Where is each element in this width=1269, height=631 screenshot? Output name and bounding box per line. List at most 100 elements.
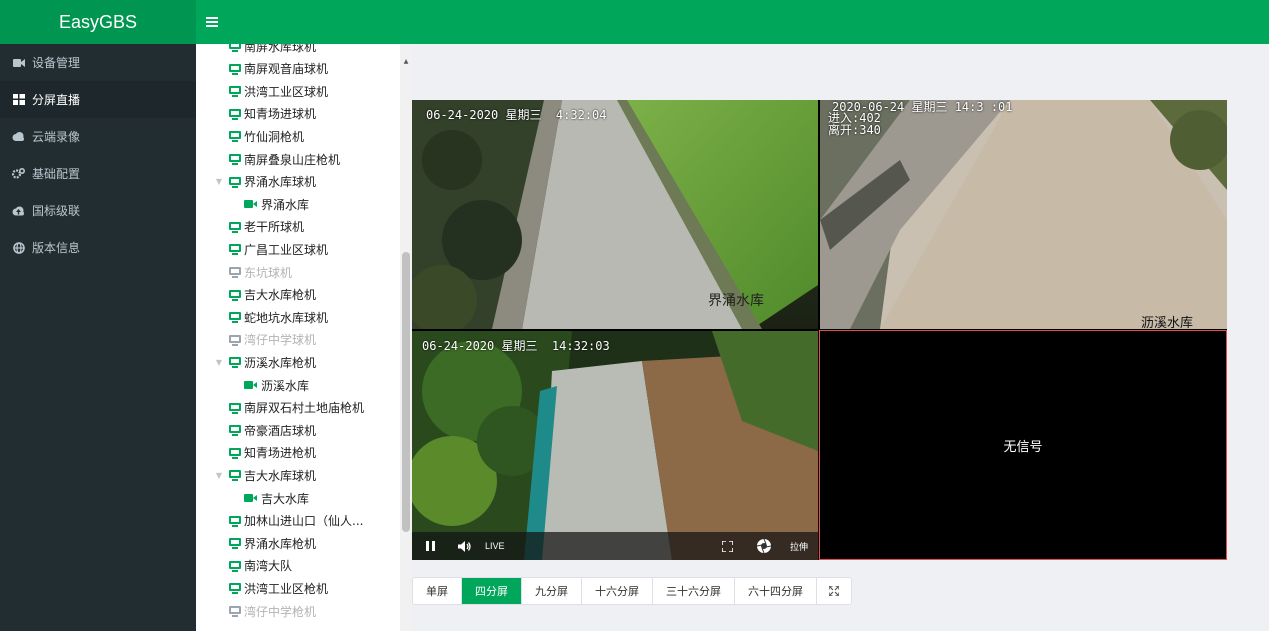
tree-node-label: 洪湾工业区球机 xyxy=(244,84,329,99)
stretch-button[interactable]: 拉伸 xyxy=(790,532,808,560)
tree-device-item[interactable]: 洪湾工业区枪机 xyxy=(229,577,328,599)
tree-node-label: 沥溪水库 xyxy=(261,378,310,393)
tree-device-item[interactable]: 南屏双石村土地庙枪机 xyxy=(229,397,364,419)
tree-node-label: 南屏叠泉山庄枪机 xyxy=(244,152,341,167)
tree-scrollbar[interactable]: ▲ xyxy=(400,44,412,631)
video-frame xyxy=(412,331,818,560)
expand-icon[interactable] xyxy=(817,578,851,604)
monitor-icon xyxy=(229,334,241,346)
tree-node-label: 南屏观音庙球机 xyxy=(244,62,329,77)
tree-node-label: 吉大水库球机 xyxy=(244,468,317,483)
sidebar-item-version-info[interactable]: 版本信息 xyxy=(0,229,196,266)
no-signal-label: 无信号 xyxy=(1003,439,1043,455)
tab-sixteen-screen[interactable]: 十六分屏 xyxy=(582,578,653,604)
tree-node-label: 老干所球机 xyxy=(244,220,305,235)
sidebar-item-cloud-recording[interactable]: 云端录像 xyxy=(0,118,196,155)
video-player-3[interactable]: 06-24-2020 星期三 14:32:03 LIVE 拉伸 xyxy=(412,331,818,560)
tree-device-item[interactable]: 湾仔中学球机 xyxy=(229,329,316,351)
tree-node-label: 广昌工业区球机 xyxy=(244,242,329,257)
tree-device-item[interactable]: 南湾大队 xyxy=(229,555,292,577)
scroll-up-arrow-icon[interactable]: ▲ xyxy=(400,58,412,65)
brand-logo[interactable]: EasyGBS xyxy=(0,0,196,44)
tree-node-label: 南湾大队 xyxy=(244,559,293,574)
tree-device-item[interactable]: 竹仙洞枪机 xyxy=(229,125,304,147)
monitor-icon xyxy=(229,131,241,143)
tree-node-label: 知青场进球机 xyxy=(244,107,317,122)
snapshot-icon[interactable] xyxy=(756,532,772,560)
tree-device-item[interactable]: 老干所球机 xyxy=(229,216,304,238)
camera-icon xyxy=(244,199,258,209)
tree-device-item[interactable]: 帝豪酒店球机 xyxy=(229,419,316,441)
osd-timestamp: 06-24-2020 星期三 4:32:04 xyxy=(426,108,607,122)
monitor-icon xyxy=(229,63,241,75)
sidebar-item-label: 国标级联 xyxy=(32,204,81,218)
sidebar-item-split-screen-live[interactable]: 分屏直播 xyxy=(0,81,196,118)
tab-four-screen[interactable]: 四分屏 xyxy=(462,578,522,604)
monitor-icon xyxy=(229,560,241,572)
sidebar-item-label: 分屏直播 xyxy=(32,93,81,107)
tree-device-item[interactable]: 湾仔中学枪机 xyxy=(229,600,316,622)
tab-sixty-four-screen[interactable]: 六十四分屏 xyxy=(735,578,817,604)
tree-node-label: 蛇地坑水库球机 xyxy=(244,310,329,325)
tab-thirty-six-screen[interactable]: 三十六分屏 xyxy=(653,578,735,604)
osd-exit-count: 离开:340 xyxy=(828,123,881,137)
tree-node-label: 南屏双石村土地庙枪机 xyxy=(244,401,365,416)
camera-caption: 沥溪水库 xyxy=(1141,316,1194,329)
volume-icon[interactable] xyxy=(458,532,472,560)
fullscreen-icon[interactable] xyxy=(722,532,733,560)
cloud-icon xyxy=(12,130,25,143)
tree-node-label: 湾仔中学枪机 xyxy=(244,604,317,619)
expand-caret-icon[interactable]: ▼ xyxy=(214,177,224,186)
tree-device-item[interactable]: ▼ 吉大水库球机 xyxy=(216,464,317,486)
camera-caption: 界涌水库 xyxy=(708,293,764,309)
tree-device-item[interactable]: 广昌工业区球机 xyxy=(229,238,328,260)
tree-device-item[interactable]: 知青场进球机 xyxy=(229,103,316,125)
tree-device-item[interactable]: 加林山进山口（仙人... xyxy=(229,510,363,532)
video-player-4[interactable]: 无信号 xyxy=(819,330,1227,560)
monitor-icon xyxy=(229,267,241,278)
tree-node-label: 沥溪水库枪机 xyxy=(244,355,317,370)
expand-caret-icon[interactable]: ▼ xyxy=(214,358,224,367)
tab-single-screen[interactable]: 单屏 xyxy=(413,578,462,604)
tree-node-label: 南屏水库球机 xyxy=(244,44,317,54)
video-player-2[interactable]: 2020-06-24 星期三 14:3 :01 进入:402 离开:340 沥溪… xyxy=(820,100,1227,329)
expand-caret-icon[interactable]: ▼ xyxy=(214,471,224,480)
monitor-icon xyxy=(229,470,241,482)
monitor-icon xyxy=(229,312,241,324)
tree-channel-item[interactable]: 吉大水库 xyxy=(244,487,309,509)
tree-device-item[interactable]: 南屏观音庙球机 xyxy=(229,58,328,80)
pause-icon[interactable] xyxy=(426,532,435,560)
video-frame xyxy=(820,100,1227,329)
sidebar-item-device-management[interactable]: 设备管理 xyxy=(0,44,196,81)
sidebar-item-label: 基础配置 xyxy=(32,167,81,181)
tree-device-item[interactable]: 南屏叠泉山庄枪机 xyxy=(229,148,340,170)
sidebar-item-gb-cascade[interactable]: 国标级联 xyxy=(0,192,196,229)
tree-device-item[interactable]: ▼ 界涌水库球机 xyxy=(216,171,317,193)
monitor-icon xyxy=(229,176,241,188)
video-player-1[interactable]: 06-24-2020 星期三 4:32:04 界涌水库 xyxy=(412,100,818,329)
tree-device-item[interactable]: 南屏水库球机 xyxy=(229,44,316,57)
tree-device-item[interactable]: 界涌水库枪机 xyxy=(229,532,316,554)
tree-device-item[interactable]: 洪湾工业区球机 xyxy=(229,80,328,102)
tree-node-label: 吉大水库 xyxy=(261,491,310,506)
monitor-icon xyxy=(229,402,241,414)
cloud-upload-icon xyxy=(12,204,25,217)
tree-device-item[interactable]: 蛇地坑水库球机 xyxy=(229,306,328,328)
tree-channel-item[interactable]: 沥溪水库 xyxy=(244,374,309,396)
camera-icon xyxy=(244,493,258,503)
live-indicator: LIVE xyxy=(485,541,505,551)
tree-device-item[interactable]: ▼ 沥溪水库枪机 xyxy=(216,351,317,373)
tree-device-item[interactable]: 东坑球机 xyxy=(229,261,292,283)
tree-channel-item[interactable]: 界涌水库 xyxy=(244,193,309,215)
tree-node-label: 加林山进山口（仙人... xyxy=(244,514,364,529)
tree-device-item[interactable]: 吉大水库枪机 xyxy=(229,284,316,306)
hamburger-icon[interactable] xyxy=(206,12,222,32)
monitor-icon xyxy=(229,244,241,256)
tab-nine-screen[interactable]: 九分屏 xyxy=(522,578,582,604)
tree-node-label: 吉大水库枪机 xyxy=(244,288,317,303)
scrollbar-thumb[interactable] xyxy=(402,252,410,532)
tree-device-item[interactable]: 知青场进枪机 xyxy=(229,442,316,464)
sidebar-item-basic-config[interactable]: 基础配置 xyxy=(0,155,196,192)
monitor-icon xyxy=(229,221,241,233)
tree-node-label: 界涌水库球机 xyxy=(244,175,317,190)
